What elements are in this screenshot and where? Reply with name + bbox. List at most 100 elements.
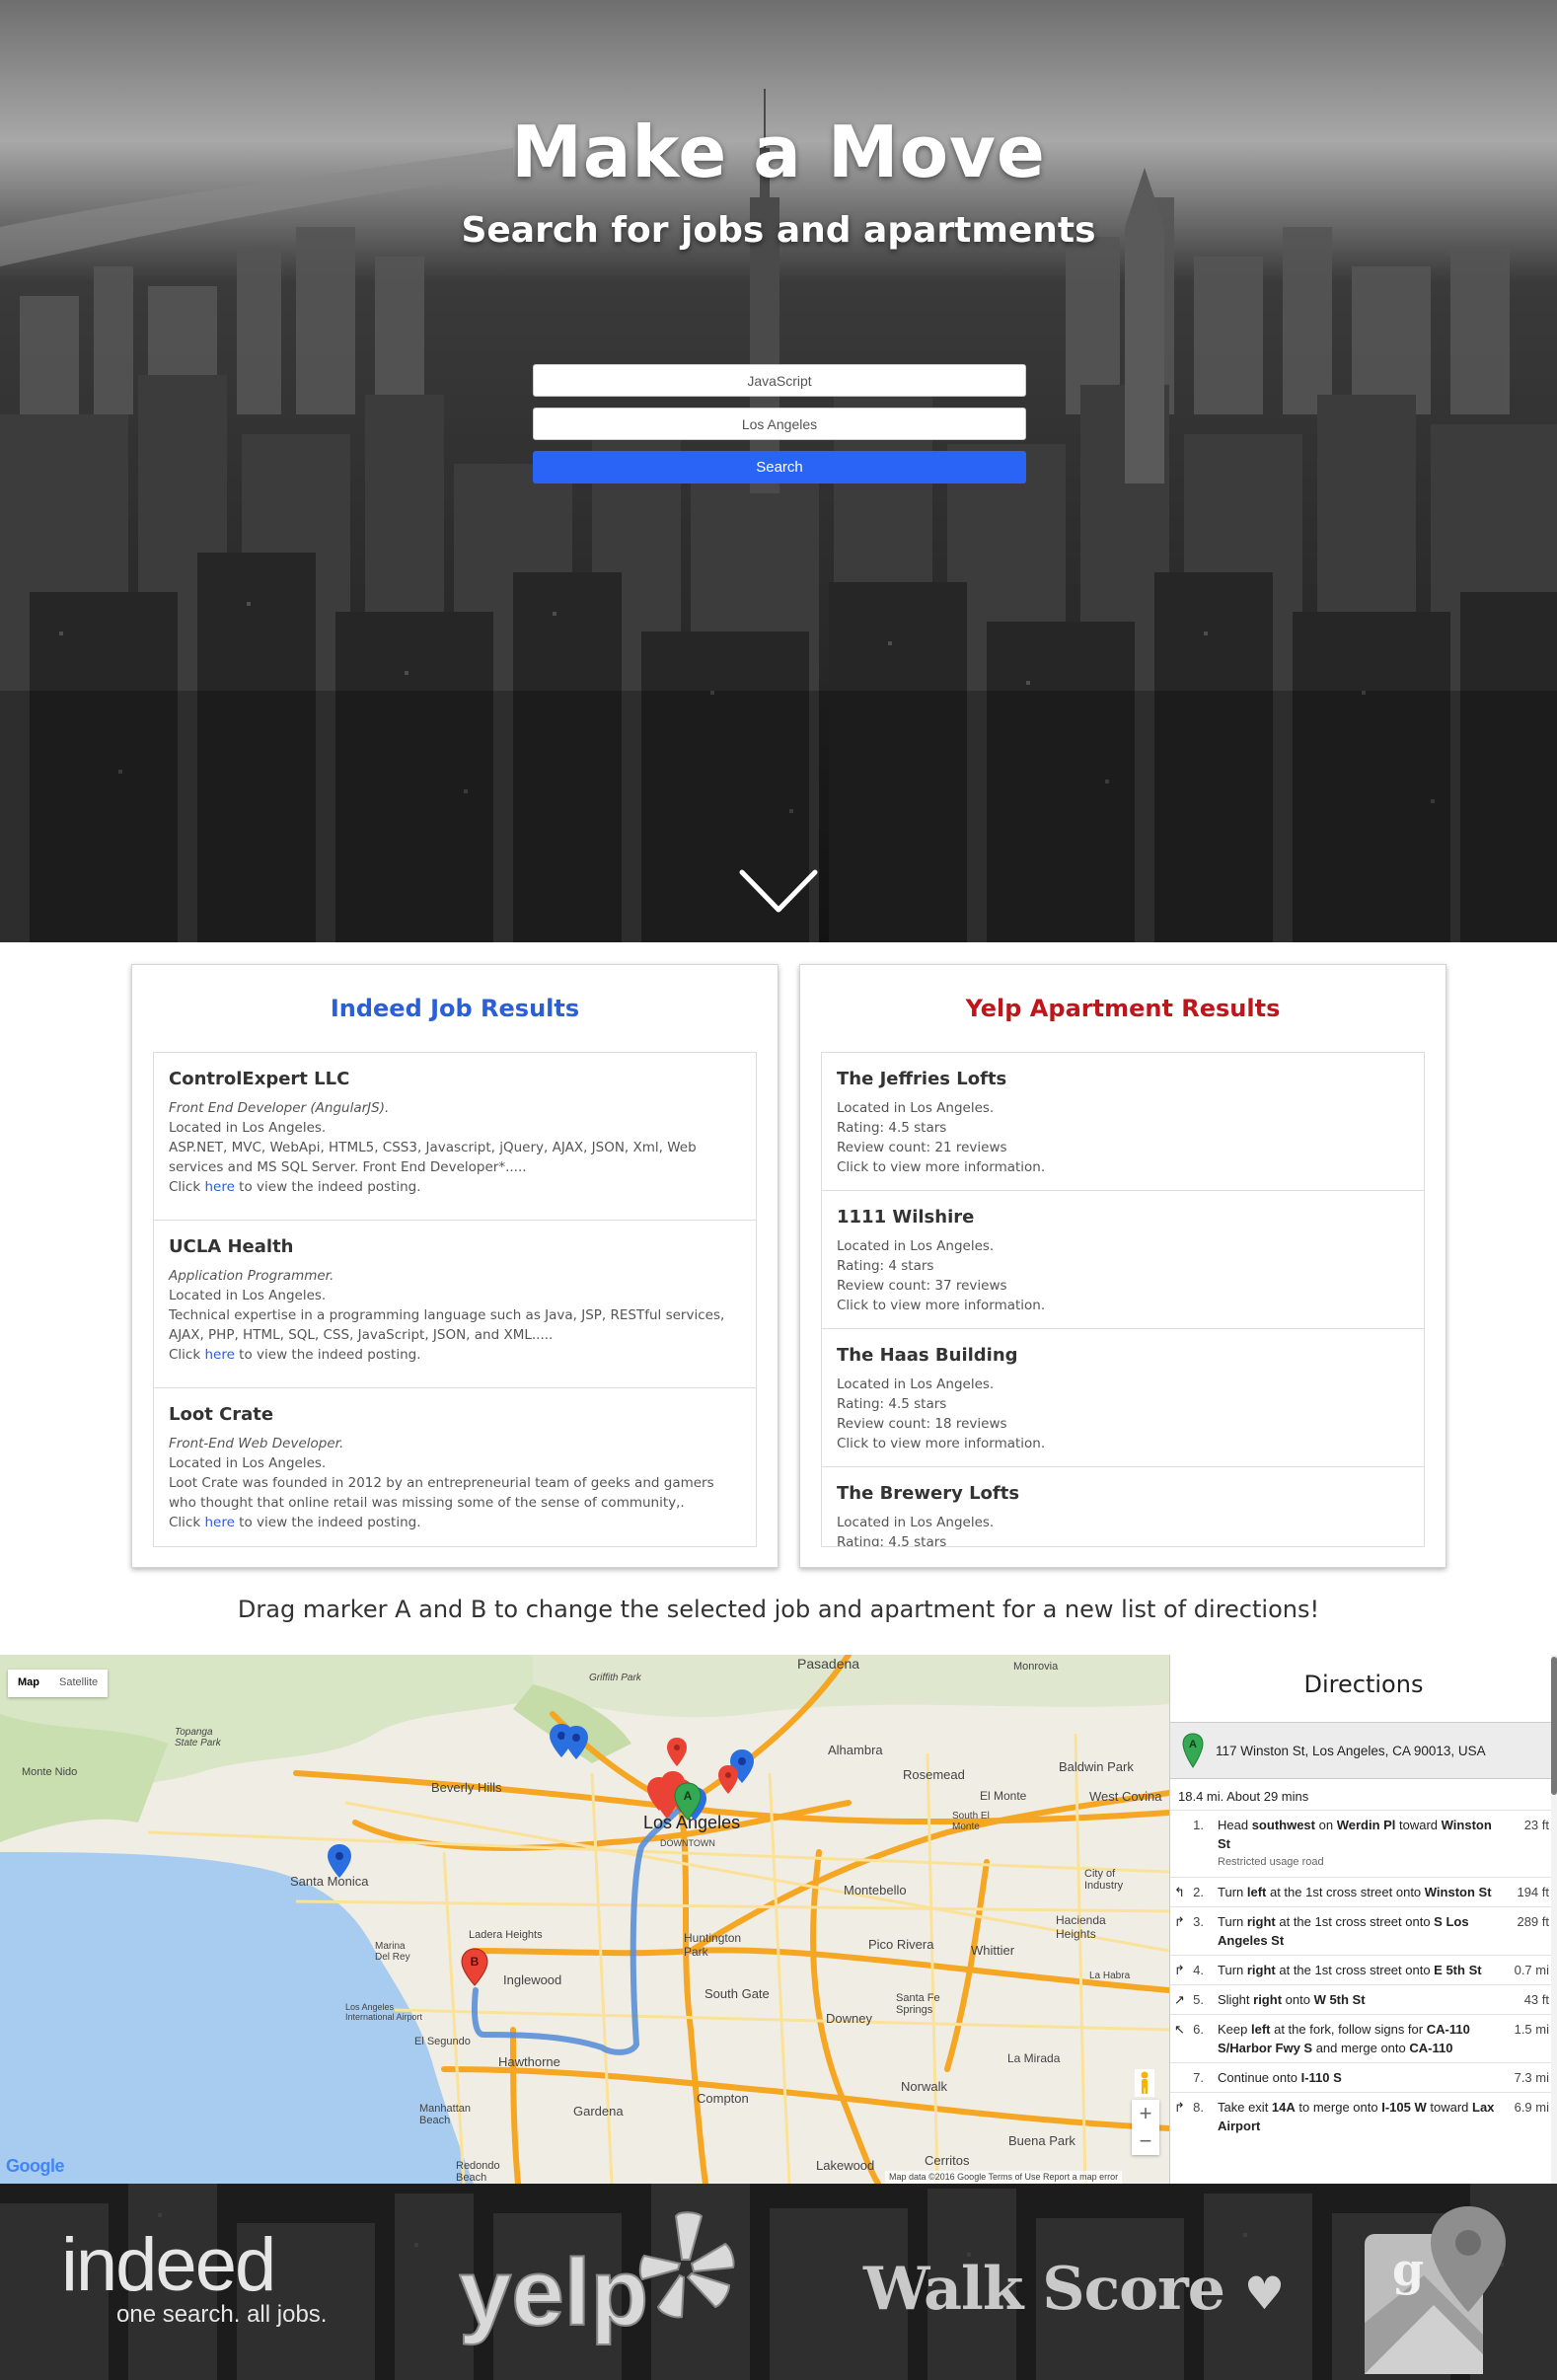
direction-step[interactable]: ↰ 2. Turn left at the 1st cross street ont… [1170, 1877, 1555, 1906]
job-marker[interactable] [655, 1785, 679, 1819]
zoom-out-button[interactable]: − [1132, 2127, 1159, 2155]
marker-a-icon: A [1182, 1733, 1204, 1768]
step-number: 6. [1193, 2022, 1204, 2037]
chevron-down-icon[interactable] [738, 866, 819, 916]
apartment-reviews: Review count: 37 reviews [837, 1278, 1007, 1294]
job-posting-link[interactable]: here [204, 1347, 234, 1363]
map-attribution[interactable]: Map data ©2016 Google Terms of Use Repor… [885, 2171, 1123, 2184]
job-link-line: Click here to view the indeed posting. [169, 1177, 741, 1197]
direction-step[interactable]: ↱ 4. Turn right at the 1st cross street on… [1170, 1955, 1555, 1984]
step-number: 3. [1193, 1914, 1204, 1929]
job-results-title: Indeed Job Results [330, 995, 580, 1022]
job-snippet: Technical expertise in a programming lan… [169, 1307, 725, 1343]
job-posting-link[interactable]: here [204, 1515, 234, 1530]
turn-left-icon: ↰ [1174, 1885, 1185, 1899]
step-distance: 194 ft [1517, 1885, 1549, 1899]
route-map[interactable]: Pasadena Monrovia Griffith Park Alhambra… [0, 1655, 1169, 2184]
heart-icon: ♥ [1243, 2267, 1285, 2320]
apartment-location: Located in Los Angeles. [837, 1515, 995, 1530]
apartment-name: The Brewery Lofts [837, 1483, 1020, 1504]
apartment-item[interactable]: The Jeffries Lofts Located in Los Angele… [822, 1053, 1424, 1191]
apartment-name: The Haas Building [837, 1345, 1018, 1366]
apartment-marker[interactable] [564, 1726, 588, 1759]
map-type-satellite[interactable]: Satellite [49, 1670, 108, 1697]
job-location: Located in Los Angeles. [169, 1455, 327, 1471]
job-marker[interactable] [718, 1765, 738, 1794]
search-button[interactable]: Search [533, 451, 1026, 483]
job-company: Loot Crate [169, 1404, 274, 1425]
start-address: 117 Winston St, Los Angeles, CA 90013, U… [1216, 1743, 1486, 1758]
apartment-marker[interactable] [328, 1844, 351, 1878]
apartment-name: 1111 Wilshire [837, 1207, 975, 1227]
job-marker[interactable] [667, 1738, 687, 1766]
apartment-item[interactable]: The Brewery Lofts Located in Los Angeles… [822, 1467, 1424, 1546]
apartment-rating: Rating: 4.5 stars [837, 1396, 947, 1412]
location-input[interactable] [533, 408, 1026, 440]
directions-panel[interactable]: Directions A 117 Winston St, Los Angeles… [1169, 1655, 1557, 2184]
apartment-name: The Jeffries Lofts [837, 1069, 1007, 1089]
direction-step[interactable]: ↗ 5. Slight right onto W 5th St 43 ft [1170, 1984, 1555, 2014]
google-maps-logo[interactable]: g [1365, 2206, 1508, 2376]
direction-step[interactable]: ↱ 8. Take exit 14A to merge onto I-105 W t… [1170, 2092, 1555, 2140]
link-prefix: Click [169, 1347, 205, 1363]
job-company: ControlExpert LLC [169, 1069, 350, 1089]
scrollbar-thumb[interactable] [1551, 1657, 1557, 1795]
step-number: 5. [1193, 1992, 1204, 2007]
job-location: Located in Los Angeles. [169, 1120, 327, 1136]
step-distance: 23 ft [1523, 1818, 1549, 1832]
marker-a-label: A [684, 1789, 693, 1803]
step-icon [1174, 1816, 1188, 1833]
step-instruction: Head southwest on Werdin Pl toward Winst… [1210, 1816, 1506, 1872]
job-company: UCLA Health [169, 1236, 294, 1257]
step-instruction: Turn left at the 1st cross street onto W… [1218, 1885, 1492, 1899]
apartment-results-list[interactable]: The Jeffries Lofts Located in Los Angele… [821, 1052, 1425, 1547]
map-type-map[interactable]: Map [8, 1670, 49, 1697]
google-logo-text: Google [6, 2156, 65, 2176]
link-suffix: to view the indeed posting. [234, 1179, 421, 1195]
keep-left-icon: ↖ [1174, 2022, 1185, 2037]
job-results-list[interactable]: ControlExpert LLC Front End Developer (A… [153, 1052, 757, 1547]
step-distance: 0.7 mi [1514, 1963, 1549, 1977]
job-item: ControlExpert LLC Front End Developer (A… [154, 1053, 756, 1221]
direction-step[interactable]: 7. Continue onto I-110 S 7.3 mi [1170, 2062, 1555, 2092]
indeed-logo-tagline: one search. all jobs. [116, 2301, 328, 2328]
step-instruction: Turn right at the 1st cross street onto … [1218, 1963, 1482, 1977]
apartment-reviews: Review count: 18 reviews [837, 1416, 1007, 1432]
step-icon [1174, 2068, 1188, 2086]
step-number: 8. [1193, 2100, 1204, 2115]
directions-scrollbar[interactable] [1551, 1655, 1557, 2184]
turn-right-icon: ↱ [1174, 2100, 1185, 2115]
direction-step[interactable]: ↖ 6. Keep left at the fork, follow signs f… [1170, 2014, 1555, 2062]
link-prefix: Click [169, 1515, 205, 1530]
link-prefix: Click [169, 1179, 205, 1195]
job-link-line: Click here to view the indeed posting. [169, 1513, 741, 1532]
apartment-item[interactable]: The Haas Building Located in Los Angeles… [822, 1329, 1424, 1467]
indeed-logo-word: indeed [61, 2223, 276, 2307]
step-note: Restricted usage road [1218, 1856, 1324, 1868]
zoom-in-button[interactable]: + [1132, 2100, 1159, 2127]
yelp-logo[interactable]: yelp [459, 2208, 755, 2356]
turn-right-icon: ↱ [1174, 1963, 1185, 1977]
hero-section: Make a Move Search for jobs and apartmen… [0, 0, 1557, 942]
step-instruction: Turn right at the 1st cross street onto … [1218, 1914, 1469, 1948]
directions-title: Directions [1303, 1671, 1424, 1698]
apartment-results-panel: Yelp Apartment Results The Jeffries Loft… [799, 964, 1446, 1568]
svg-text:A: A [1189, 1739, 1197, 1750]
job-posting-link[interactable]: here [204, 1179, 234, 1195]
apartment-rating: Rating: 4 stars [837, 1258, 934, 1274]
walkscore-logo[interactable]: Walk Score ♥ [863, 2255, 1285, 2324]
step-instruction: Slight right onto W 5th St [1218, 1992, 1366, 2007]
indeed-logo[interactable]: indeed one search. all jobs. [61, 2226, 327, 2329]
apartment-more-info: Click to view more information. [837, 1159, 1046, 1175]
apartment-location: Located in Los Angeles. [837, 1376, 995, 1392]
step-distance: 7.3 mi [1514, 2070, 1549, 2085]
direction-step[interactable]: 1. Head southwest on Werdin Pl toward Win… [1170, 1810, 1555, 1877]
job-query-input[interactable] [533, 364, 1026, 397]
marker-b[interactable]: B [461, 1948, 488, 1986]
pegman-icon[interactable] [1135, 2069, 1154, 2097]
direction-step[interactable]: ↱ 3. Turn right at the 1st cross street on… [1170, 1906, 1555, 1955]
job-position: Front End Developer (AngularJS). [169, 1100, 390, 1116]
step-distance: 6.9 mi [1514, 2100, 1549, 2115]
apartment-reviews: Review count: 21 reviews [837, 1140, 1007, 1155]
apartment-item[interactable]: 1111 Wilshire Located in Los Angeles. Ra… [822, 1191, 1424, 1329]
